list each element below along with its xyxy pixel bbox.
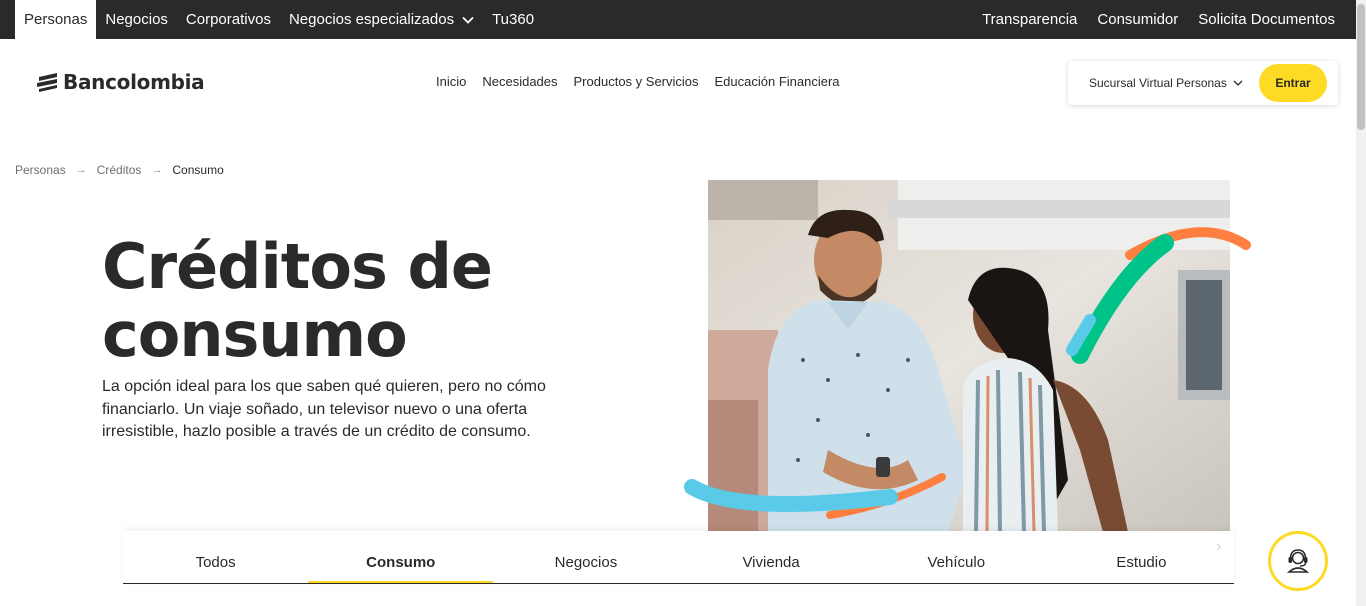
tab-estudio[interactable]: Estudio — [1049, 531, 1234, 583]
hero-image — [708, 180, 1230, 532]
segment-label: Negocios — [105, 11, 168, 28]
page-title: Créditos de consumo — [102, 230, 493, 371]
login-box: Sucursal Virtual Personas Entrar — [1068, 61, 1338, 105]
chat-support-button[interactable] — [1268, 531, 1328, 591]
segment-corporativos[interactable]: Corporativos — [177, 0, 280, 39]
segment-negocios-especializados[interactable]: Negocios especializados — [280, 0, 483, 39]
logo-text: Bancolombia — [63, 70, 205, 94]
top-navigation-bar: Personas Negocios Corporativos Negocios … — [0, 0, 1356, 39]
main-nav: Inicio Necesidades Productos y Servicios… — [428, 74, 848, 89]
utility-links: Transparencia Consumidor Solicita Docume… — [972, 0, 1345, 39]
sucursal-virtual-dropdown[interactable]: Sucursal Virtual Personas — [1089, 76, 1243, 90]
link-label: Transparencia — [982, 11, 1078, 28]
segment-label: Corporativos — [185, 11, 271, 28]
segment-label: Personas — [24, 11, 88, 28]
arrow-right-icon: → — [151, 164, 163, 176]
scrollbar-thumb[interactable] — [1357, 4, 1365, 130]
link-transparencia[interactable]: Transparencia — [972, 0, 1087, 39]
nav-inicio[interactable]: Inicio — [436, 74, 466, 89]
tab-negocios[interactable]: Negocios — [493, 531, 678, 583]
nav-necesidades[interactable]: Necesidades — [482, 74, 557, 89]
sucursal-label: Sucursal Virtual Personas — [1089, 76, 1227, 90]
credit-category-tabs: Todos Consumo Negocios Vivienda Vehículo… — [123, 531, 1234, 584]
page-scrollbar[interactable] — [1356, 0, 1366, 606]
hero-description: La opción ideal para los que saben qué q… — [102, 378, 546, 440]
breadcrumb-personas[interactable]: Personas — [15, 163, 66, 177]
breadcrumb: Personas → Créditos → Consumo — [15, 163, 224, 177]
main-header: Bancolombia Inicio Necesidades Productos… — [0, 39, 1356, 125]
tab-consumo[interactable]: Consumo — [308, 531, 494, 583]
chevron-down-icon — [462, 16, 474, 24]
nav-educacion-financiera[interactable]: Educación Financiera — [715, 74, 840, 89]
segment-tu360[interactable]: Tu360 — [483, 0, 543, 39]
bancolombia-logo-icon — [37, 73, 57, 92]
breadcrumb-consumo: Consumo — [172, 163, 224, 177]
tab-vivienda[interactable]: Vivienda — [679, 531, 864, 583]
segment-menu: Personas Negocios Corporativos Negocios … — [0, 0, 543, 39]
segment-label: Negocios especializados — [288, 11, 455, 28]
segment-negocios[interactable]: Negocios — [96, 0, 177, 39]
bancolombia-logo[interactable]: Bancolombia — [37, 70, 205, 94]
breadcrumb-creditos[interactable]: Créditos — [97, 163, 142, 177]
nav-productos-servicios[interactable]: Productos y Servicios — [574, 74, 699, 89]
chevron-right-icon[interactable]: › — [1216, 538, 1221, 556]
tab-todos[interactable]: Todos — [123, 531, 308, 583]
link-label: Consumidor — [1097, 11, 1179, 28]
entrar-button[interactable]: Entrar — [1259, 64, 1327, 102]
arrow-right-icon: → — [75, 164, 87, 176]
chevron-down-icon — [1233, 80, 1243, 87]
segment-label: Tu360 — [492, 11, 535, 28]
tab-vehiculo[interactable]: Vehículo — [864, 531, 1049, 583]
link-solicita-documentos[interactable]: Solicita Documentos — [1188, 0, 1345, 39]
segment-personas[interactable]: Personas — [15, 0, 97, 39]
link-label: Solicita Documentos — [1198, 11, 1335, 28]
link-consumidor[interactable]: Consumidor — [1087, 0, 1188, 39]
headset-icon — [1286, 549, 1310, 573]
